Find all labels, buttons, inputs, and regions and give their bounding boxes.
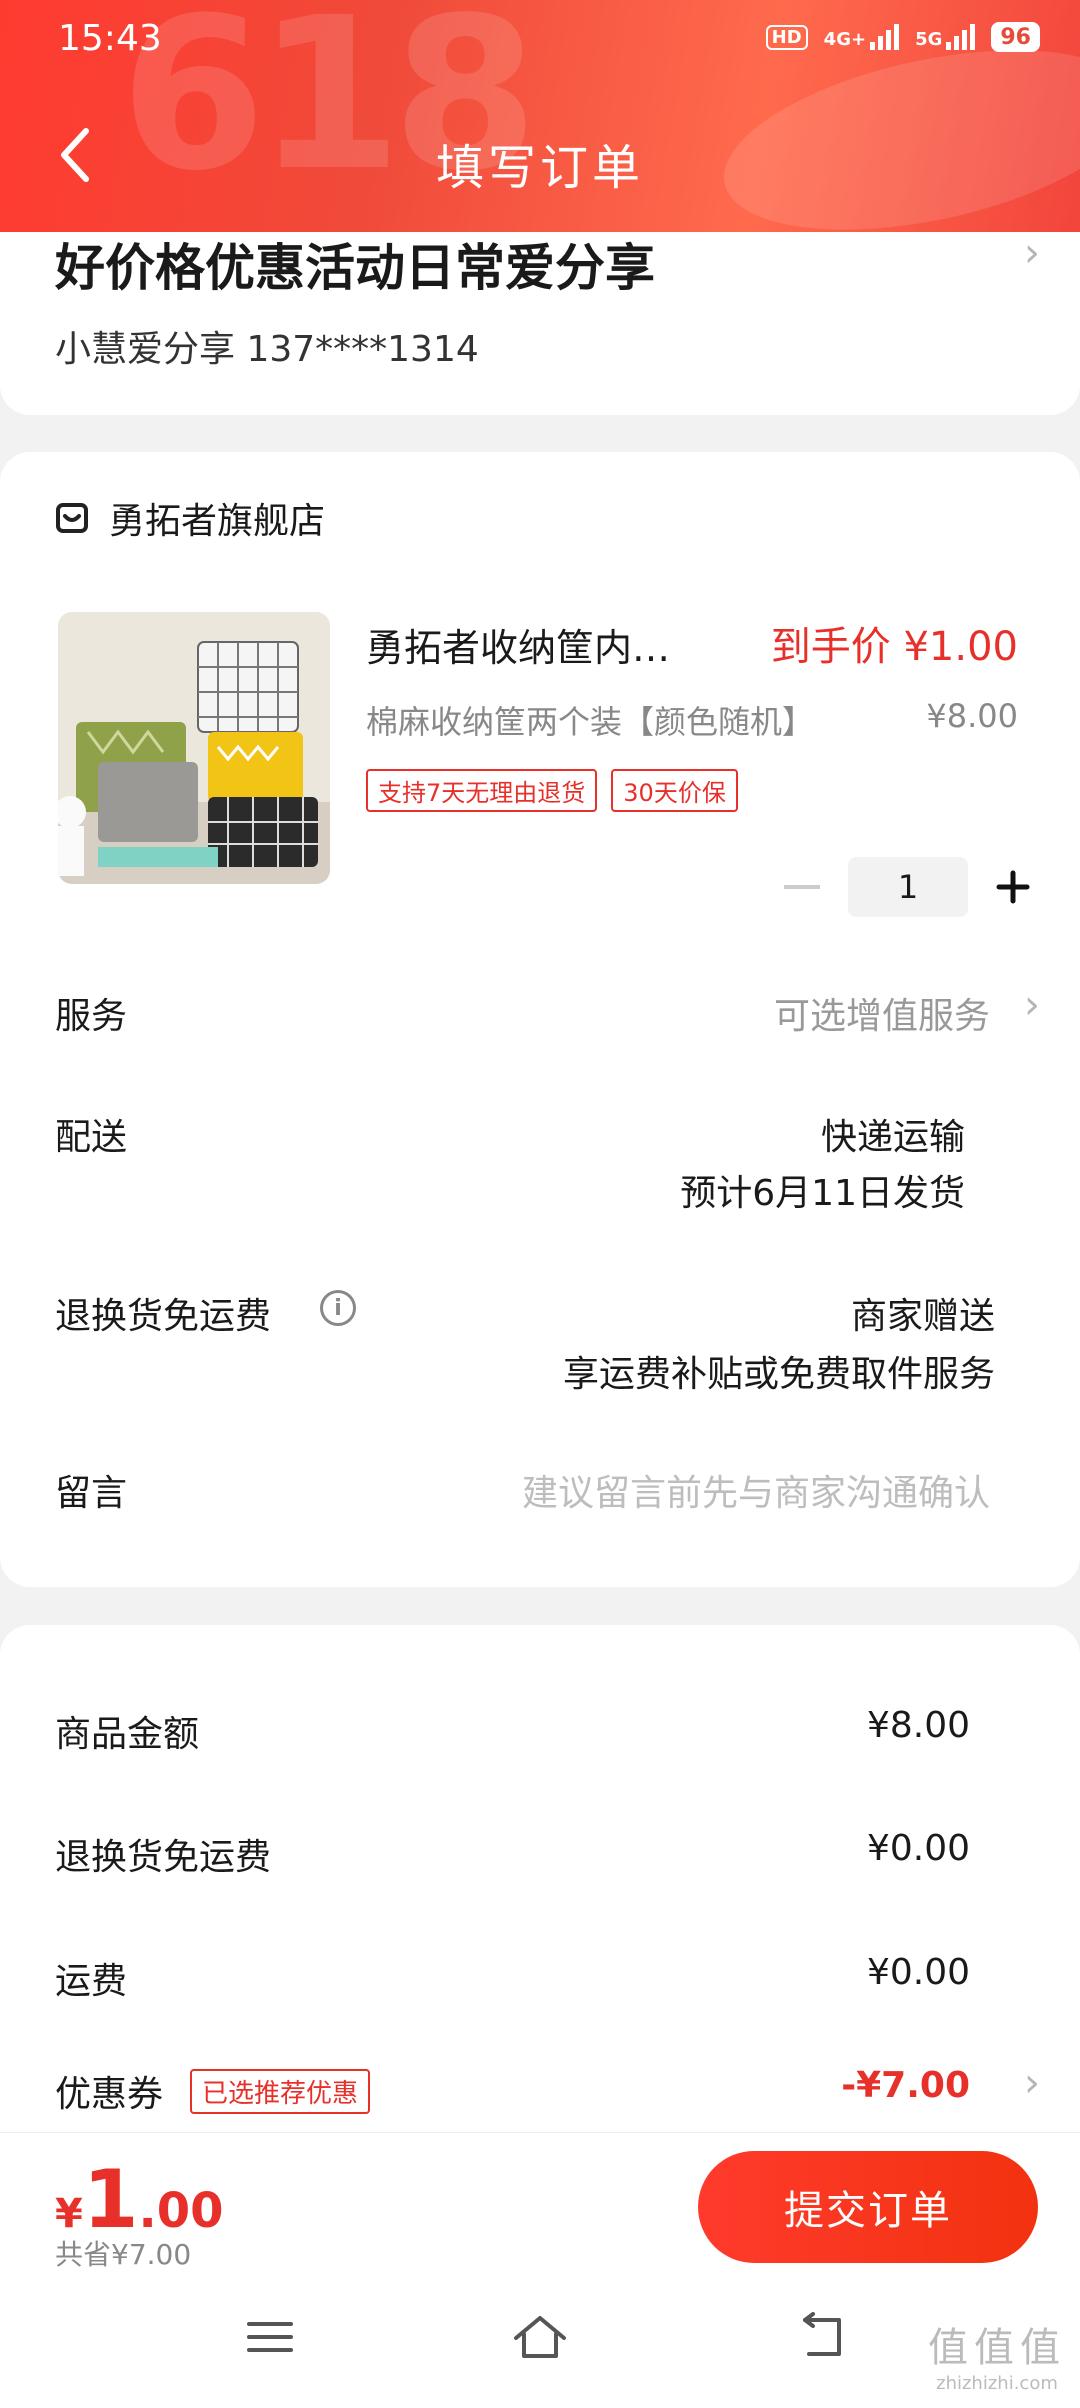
return-fee-label: 退换货免运费 bbox=[55, 1837, 272, 1878]
goods-amount-value: ¥8.00 bbox=[866, 1705, 970, 1746]
return-shipping-gift: 商家赠送 bbox=[850, 1296, 995, 1337]
shop-name: 勇拓者旗舰店 bbox=[109, 501, 326, 542]
watermark: 值值值 zhizhizhi.com bbox=[928, 2315, 1066, 2394]
page-title: 填写订单 bbox=[435, 140, 644, 196]
battery-level: 96 bbox=[1000, 24, 1031, 50]
original-price: ¥8.00 bbox=[926, 697, 1018, 735]
checkout-bar: ¥1.00 共省¥7.00 提交订单 bbox=[0, 2132, 1080, 2282]
product-spec[interactable]: 棉麻收纳筐两个装【颜色随机】 bbox=[366, 697, 814, 743]
watermark-logo: 值值值 bbox=[928, 2325, 1066, 2371]
delivery-estimate: 预计6月11日发货 bbox=[680, 1173, 965, 1214]
total-decimal: .00 bbox=[138, 2183, 224, 2239]
product-image[interactable] bbox=[58, 612, 330, 884]
address-title: 好价格优惠活动日常爱分享 bbox=[55, 239, 655, 297]
return-shipping-detail: 享运费补贴或免费取件服务 bbox=[562, 1354, 995, 1395]
saved-amount: 共省¥7.00 bbox=[55, 2238, 192, 2271]
system-nav-bar bbox=[0, 2282, 1080, 2408]
message-label: 留言 bbox=[55, 1473, 128, 1514]
product-image-illustration bbox=[58, 612, 330, 884]
status-icons: HD 4G+ 5G 96 bbox=[765, 22, 1040, 52]
store-icon bbox=[56, 503, 88, 533]
service-value[interactable]: 可选增值服务 bbox=[774, 987, 990, 1039]
network-label-5g: 5G bbox=[915, 29, 943, 50]
tag-price-protect: 30天价保 bbox=[611, 769, 738, 812]
address-card[interactable]: 好价格优惠活动日常爱分享 小慧爱分享 137****1314 › bbox=[0, 200, 1080, 415]
product-title[interactable]: 勇拓者收纳筐内… bbox=[366, 617, 706, 672]
delivery-label: 配送 bbox=[55, 1117, 128, 1158]
info-icon[interactable]: i bbox=[320, 1290, 356, 1326]
signal-4g-icon: 4G+ bbox=[823, 24, 900, 50]
watermark-text: zhizhizhi.com bbox=[936, 2373, 1058, 2394]
return-shipping-label: 退换货免运费 bbox=[55, 1296, 272, 1337]
shipping-label: 运费 bbox=[55, 1961, 128, 2002]
delivery-method: 快递运输 bbox=[820, 1117, 965, 1158]
battery-icon: 96 bbox=[991, 22, 1040, 52]
chevron-right-icon: › bbox=[1024, 2060, 1040, 2106]
product-tags: 支持7天无理由退货 30天价保 bbox=[366, 769, 738, 812]
menu-icon[interactable] bbox=[245, 2312, 295, 2362]
address-contact: 小慧爱分享 137****1314 bbox=[55, 329, 479, 370]
shipping-value: ¥0.00 bbox=[866, 1952, 970, 1993]
order-card: 勇拓者旗舰店 勇拓者收纳筐内… 到手价 ¥1.00 棉麻收纳筐两个装【颜色随机】… bbox=[0, 452, 1080, 1587]
return-fee-value: ¥0.00 bbox=[866, 1828, 970, 1869]
chevron-right-icon: › bbox=[1024, 982, 1040, 1028]
home-icon[interactable] bbox=[510, 2312, 570, 2362]
chevron-right-icon: › bbox=[1024, 230, 1040, 276]
total-currency: ¥ bbox=[55, 2191, 83, 2237]
message-input[interactable]: 建议留言前先与商家沟通确认 bbox=[522, 1464, 990, 1516]
quantity-stepper: 1 bbox=[784, 857, 1030, 917]
final-price: 到手价 ¥1.00 bbox=[770, 624, 1018, 670]
goods-amount-label: 商品金额 bbox=[55, 1714, 200, 1755]
submit-order-button[interactable]: 提交订单 bbox=[698, 2151, 1038, 2263]
decrease-button[interactable] bbox=[784, 885, 820, 889]
quantity-input[interactable]: 1 bbox=[848, 857, 968, 917]
increase-button[interactable] bbox=[996, 870, 1030, 904]
coupon-label: 优惠券 bbox=[55, 2074, 164, 2115]
coupon-badge: 已选推荐优惠 bbox=[190, 2069, 371, 2114]
header: 618 15:43 HD 4G+ 5G 96 填写订单 bbox=[0, 0, 1080, 232]
service-label: 服务 bbox=[55, 996, 128, 1037]
shop-row[interactable]: 勇拓者旗舰店 bbox=[55, 492, 325, 544]
tag-7day-return: 支持7天无理由退货 bbox=[366, 769, 598, 812]
network-label-4g: 4G+ bbox=[823, 29, 867, 50]
coupon-value[interactable]: -¥7.00 bbox=[841, 2065, 970, 2106]
hd-indicator: HD bbox=[765, 24, 808, 50]
status-time: 15:43 bbox=[58, 18, 162, 59]
back-nav-icon[interactable] bbox=[795, 2312, 851, 2362]
signal-5g-icon: 5G bbox=[915, 24, 976, 50]
